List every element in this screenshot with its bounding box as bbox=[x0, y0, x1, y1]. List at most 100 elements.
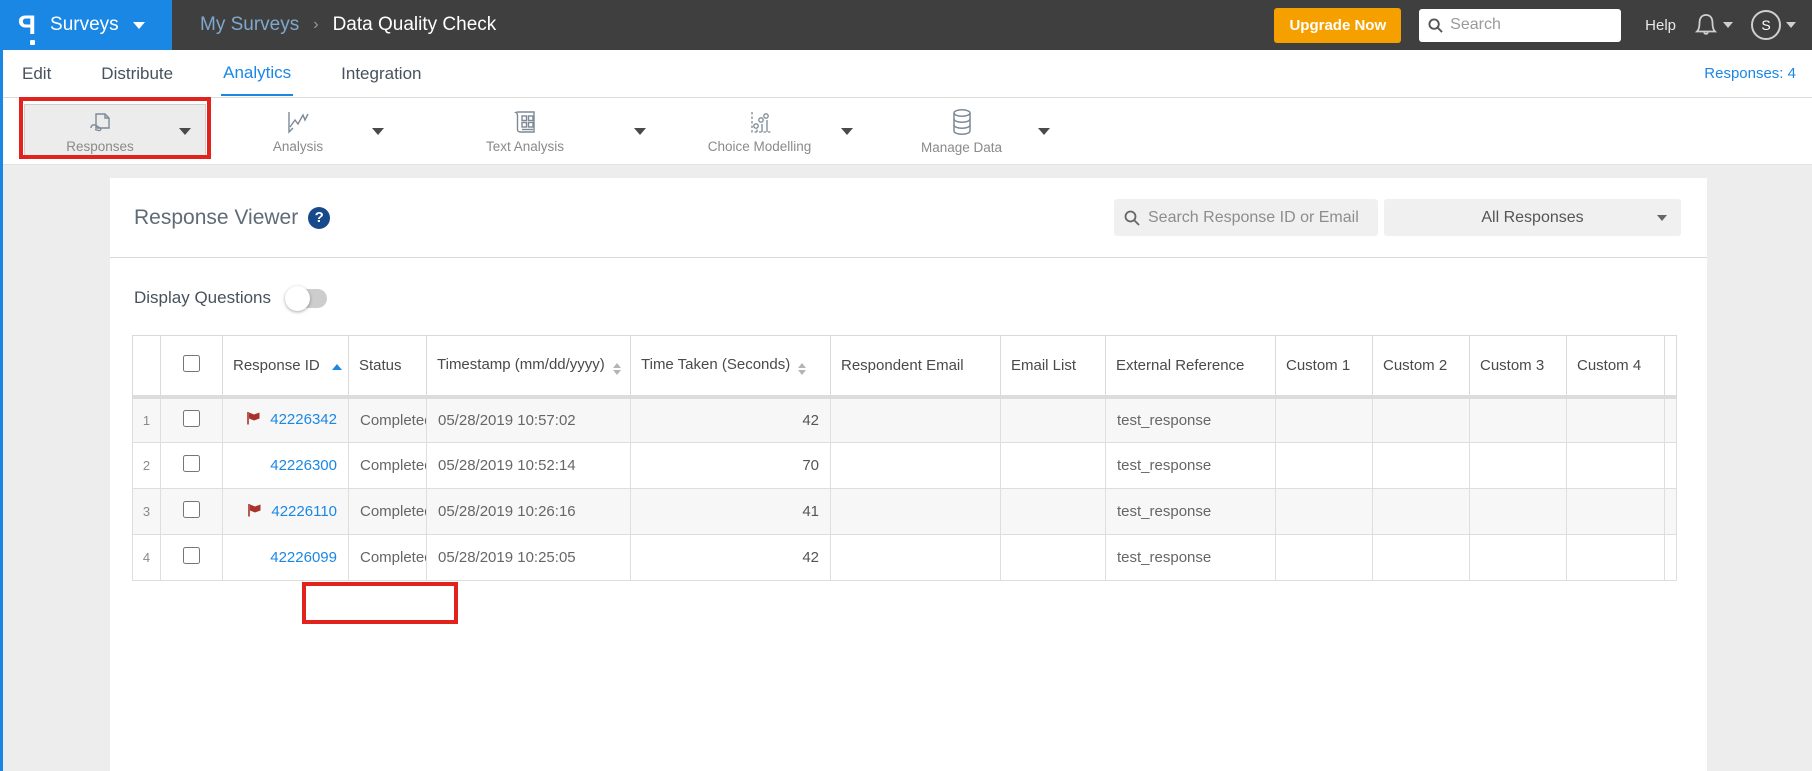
chevron-down-icon bbox=[132, 21, 145, 29]
status-cell: Completed bbox=[348, 442, 427, 489]
header-custom-2: Custom 2 bbox=[1372, 335, 1470, 399]
toolbar-item-choice-modelling[interactable]: Choice Modelling bbox=[682, 104, 867, 158]
row-checkbox[interactable] bbox=[183, 455, 200, 472]
row-select-cell[interactable] bbox=[160, 442, 223, 489]
custom-3-cell bbox=[1469, 396, 1567, 443]
display-questions-label: Display Questions bbox=[134, 288, 272, 307]
notifications-menu[interactable] bbox=[1694, 12, 1733, 38]
sort-icon bbox=[612, 362, 621, 375]
product-switcher[interactable]: P Surveys bbox=[0, 0, 172, 50]
row-select-cell[interactable] bbox=[160, 488, 223, 535]
flag-icon bbox=[247, 503, 263, 521]
table-row: 1 42226342 Completed 05/28/2019 10:57:02… bbox=[132, 396, 1677, 443]
table-header-row: Response ID Status Timestamp (mm/dd/yyyy… bbox=[132, 335, 1677, 399]
page-title: Response Viewer bbox=[134, 205, 299, 229]
help-link[interactable]: Help bbox=[1645, 17, 1676, 34]
custom-2-cell bbox=[1372, 488, 1470, 535]
row-select-cell[interactable] bbox=[160, 534, 223, 581]
respondent-email-cell bbox=[830, 488, 1001, 535]
product-label: Surveys bbox=[50, 14, 119, 35]
header-select-all[interactable] bbox=[160, 335, 223, 399]
select-all-checkbox[interactable] bbox=[183, 354, 200, 372]
response-filter-dropdown[interactable]: All Responses bbox=[1384, 199, 1681, 236]
tab-analytics[interactable]: Analytics bbox=[221, 52, 294, 96]
response-id-cell[interactable]: 42226300 bbox=[222, 442, 349, 489]
table-row: 2 42226300 Completed 05/28/2019 10:52:14… bbox=[132, 442, 1677, 489]
toolbar-item-manage-data[interactable]: Manage Data bbox=[889, 104, 1064, 158]
page: P Surveys My Surveys › Data Quality Chec… bbox=[0, 0, 1812, 771]
custom-2-cell bbox=[1372, 396, 1470, 443]
external-reference-cell: test_response bbox=[1105, 534, 1276, 581]
response-id-link[interactable]: 42226342 bbox=[270, 411, 337, 428]
chevron-down-icon[interactable] bbox=[179, 127, 191, 135]
tab-distribute[interactable]: Distribute bbox=[99, 53, 175, 95]
response-id-link[interactable]: 42226099 bbox=[270, 549, 337, 566]
questionpro-logo-icon: P bbox=[18, 10, 36, 45]
global-search[interactable] bbox=[1419, 8, 1622, 42]
header-timestamp[interactable]: Timestamp (mm/dd/yyyy) bbox=[426, 335, 631, 399]
display-questions-toggle[interactable] bbox=[285, 285, 328, 311]
survey-nav: Edit Distribute Analytics Integration Re… bbox=[0, 50, 1812, 97]
breadcrumb-current: Data Quality Check bbox=[332, 14, 497, 35]
status-cell: Completed bbox=[348, 396, 427, 443]
row-number: 1 bbox=[132, 396, 161, 443]
row-checkbox[interactable] bbox=[183, 547, 200, 564]
respondent-email-cell bbox=[830, 396, 1001, 443]
global-search-input[interactable] bbox=[1450, 16, 1601, 34]
left-edge-accent bbox=[0, 50, 3, 771]
response-id-link[interactable]: 42226300 bbox=[270, 457, 337, 474]
chevron-down-icon[interactable] bbox=[372, 127, 384, 135]
sort-asc-icon bbox=[331, 363, 342, 370]
time-taken-cell: 41 bbox=[630, 488, 831, 535]
external-reference-cell: test_response bbox=[1105, 396, 1276, 443]
external-reference-cell: test_response bbox=[1105, 488, 1276, 535]
row-checkbox[interactable] bbox=[183, 409, 200, 427]
header-time-taken[interactable]: Time Taken (Seconds) bbox=[630, 335, 831, 399]
upgrade-now-button[interactable]: Upgrade Now bbox=[1274, 7, 1402, 43]
response-id-cell[interactable]: 42226110 bbox=[222, 488, 349, 535]
chevron-down-icon[interactable] bbox=[634, 127, 646, 135]
help-icon[interactable]: ? bbox=[308, 206, 331, 229]
email-list-cell bbox=[1000, 396, 1106, 443]
response-id-cell[interactable]: 42226099 bbox=[222, 534, 349, 581]
header-spacer bbox=[1664, 335, 1677, 399]
email-list-cell bbox=[1000, 442, 1106, 489]
toolbar-item-text-analysis[interactable]: Text Analysis bbox=[420, 104, 660, 158]
top-header-bar: P Surveys My Surveys › Data Quality Chec… bbox=[0, 0, 1812, 50]
header-status: Status bbox=[348, 335, 427, 399]
tab-integration[interactable]: Integration bbox=[339, 53, 423, 95]
toolbar-item-responses[interactable]: Responses bbox=[24, 104, 206, 158]
respondent-email-cell bbox=[830, 442, 1001, 489]
time-taken-cell: 70 bbox=[630, 442, 831, 489]
breadcrumb: My Surveys › Data Quality Check bbox=[200, 14, 496, 36]
custom-3-cell bbox=[1469, 534, 1567, 581]
breadcrumb-my-surveys[interactable]: My Surveys bbox=[200, 14, 299, 36]
chevron-down-icon[interactable] bbox=[841, 127, 853, 135]
chevron-down-icon bbox=[1657, 215, 1667, 221]
account-menu[interactable]: S bbox=[1751, 10, 1796, 40]
response-filter-value: All Responses bbox=[1481, 208, 1584, 226]
row-select-cell[interactable] bbox=[160, 396, 223, 443]
table-row: 4 42226099 Completed 05/28/2019 10:25:05… bbox=[132, 534, 1677, 581]
header-email-list: Email List bbox=[1000, 335, 1106, 399]
header-custom-4: Custom 4 bbox=[1566, 335, 1665, 399]
header-response-id[interactable]: Response ID bbox=[222, 335, 349, 399]
time-taken-cell: 42 bbox=[630, 534, 831, 581]
row-number: 2 bbox=[132, 442, 161, 489]
custom-4-cell bbox=[1566, 534, 1665, 581]
response-id-cell[interactable]: 42226342 bbox=[222, 396, 349, 443]
tab-edit[interactable]: Edit bbox=[20, 53, 53, 95]
response-id-link[interactable]: 42226110 bbox=[271, 503, 337, 520]
header-custom-3: Custom 3 bbox=[1469, 335, 1567, 399]
responses-table: Response ID Status Timestamp (mm/dd/yyyy… bbox=[132, 335, 1677, 581]
toolbar-item-analysis[interactable]: Analysis bbox=[228, 104, 398, 158]
table-row: 3 42226110 Completed 05/28/2019 10:26:16… bbox=[132, 488, 1677, 535]
response-search[interactable] bbox=[1114, 199, 1378, 236]
response-search-input[interactable] bbox=[1148, 208, 1363, 227]
chevron-down-icon[interactable] bbox=[1038, 127, 1050, 135]
sort-icon bbox=[798, 362, 807, 375]
row-checkbox[interactable] bbox=[183, 501, 200, 518]
email-list-cell bbox=[1000, 488, 1106, 535]
status-cell: Completed bbox=[348, 534, 427, 581]
custom-1-cell bbox=[1275, 534, 1373, 581]
